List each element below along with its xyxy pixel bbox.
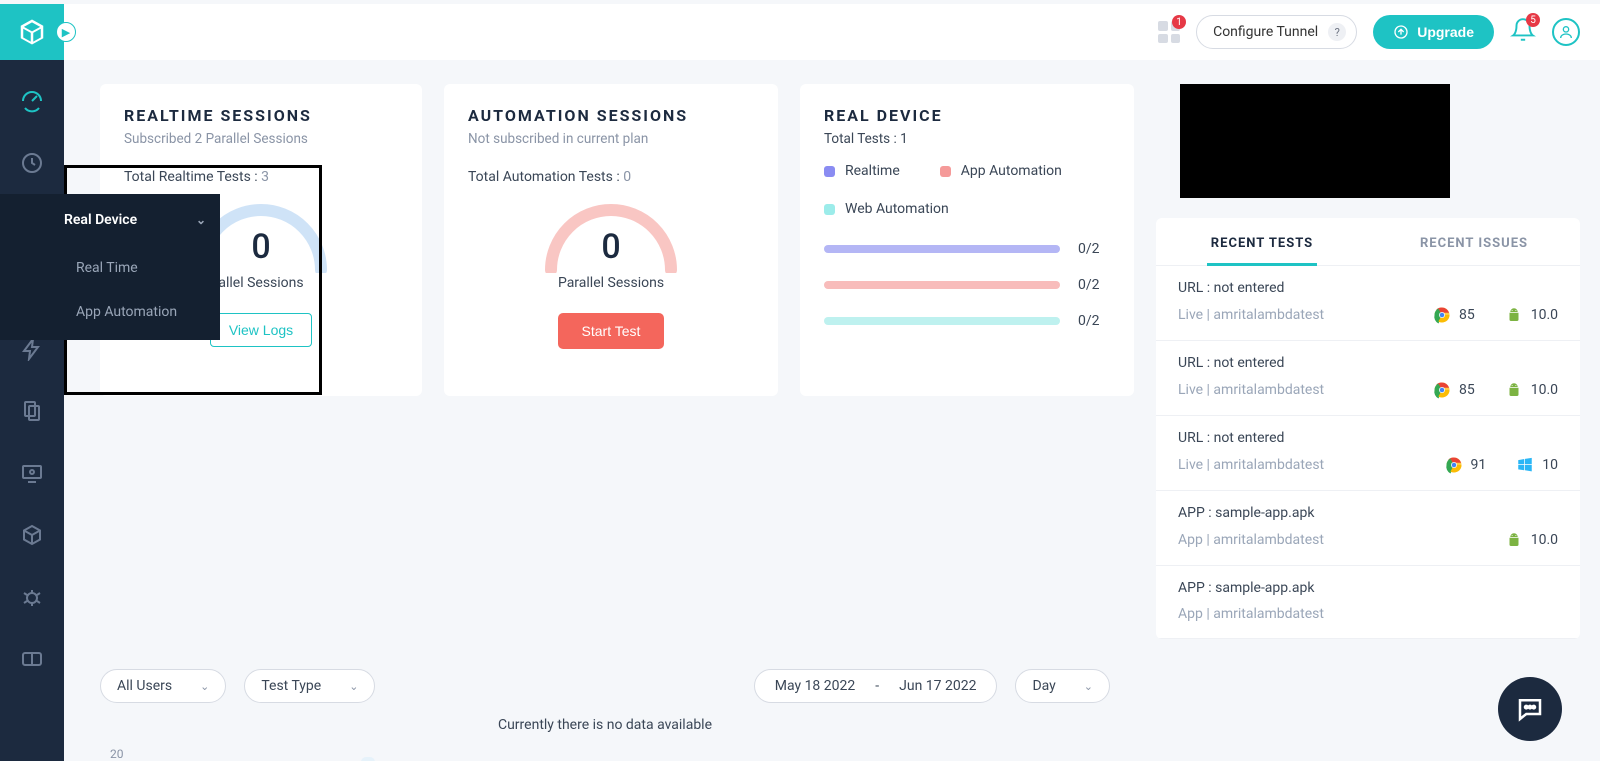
filter-granularity[interactable]: Day⌄	[1015, 669, 1110, 703]
test-who: Live | amritalambdatest	[1178, 382, 1324, 398]
os-info: 10.0	[1505, 381, 1558, 399]
test-who: Live | amritalambdatest	[1178, 307, 1324, 323]
automation-count: 0	[601, 227, 620, 267]
main-content: REALTIME SESSIONS Subscribed 2 Parallel …	[64, 60, 1600, 761]
test-title: APP : sample-app.apk	[1178, 580, 1558, 596]
chat-icon	[1515, 694, 1545, 724]
view-logs-button[interactable]: View Logs	[210, 313, 312, 347]
frac-appauto: 0/2	[1078, 277, 1110, 293]
sidebar-flyout: Real Device ⌄ Real Time App Automation	[0, 194, 220, 340]
flyout-header[interactable]: Real Device ⌄	[0, 194, 220, 246]
browser-info: 85	[1433, 306, 1475, 324]
notifications-badge: 5	[1526, 13, 1540, 27]
os-info: 10	[1516, 456, 1558, 474]
tab-recent-tests[interactable]: RECENT TESTS	[1156, 218, 1368, 265]
upgrade-icon	[1393, 24, 1409, 40]
sidebar-files[interactable]	[0, 380, 64, 442]
configure-tunnel-button[interactable]: Configure Tunnel ?	[1196, 15, 1357, 49]
sidebar-clock[interactable]	[0, 132, 64, 194]
configure-tunnel-label: Configure Tunnel	[1213, 24, 1318, 40]
test-who: Live | amritalambdatest	[1178, 457, 1324, 473]
test-row[interactable]: URL : not entered Live | amritalambdatest…	[1156, 341, 1580, 416]
realdevice-legend: Realtime App Automation Web Automation	[824, 163, 1110, 217]
os-info: 10.0	[1505, 306, 1558, 324]
start-test-button[interactable]: Start Test	[558, 313, 665, 349]
automation-sessions-card: AUTOMATION SESSIONS Not subscribed in cu…	[444, 84, 778, 396]
automation-title: AUTOMATION SESSIONS	[468, 106, 754, 125]
notifications-icon[interactable]: 5	[1510, 17, 1536, 47]
logo[interactable]: ▶	[0, 4, 64, 60]
recent-tests-card: RECENT TESTS RECENT ISSUES URL : not ent…	[1156, 218, 1580, 639]
realdevice-sub: Total Tests : 1	[824, 131, 1110, 147]
test-title: URL : not entered	[1178, 280, 1558, 296]
chat-button[interactable]	[1498, 677, 1562, 741]
sidebar-compare[interactable]	[0, 628, 64, 690]
test-row[interactable]: URL : not entered Live | amritalambdatest…	[1156, 266, 1580, 341]
sidebar-dashboard[interactable]	[0, 70, 64, 132]
real-device-card: REAL DEVICE Total Tests : 1 Realtime App…	[800, 84, 1134, 396]
video-placeholder	[1180, 84, 1450, 198]
upgrade-button[interactable]: Upgrade	[1373, 15, 1494, 49]
filter-users[interactable]: All Users⌄	[100, 669, 226, 703]
sidebar-monitor[interactable]	[0, 442, 64, 504]
realtime-title: REALTIME SESSIONS	[124, 106, 398, 125]
test-title: URL : not entered	[1178, 355, 1558, 371]
no-data-message: Currently there is no data available	[100, 717, 1110, 733]
logo-icon	[17, 17, 47, 47]
test-row[interactable]: APP : sample-app.apk App | amritalambdate…	[1156, 491, 1580, 566]
test-who: App | amritalambdatest	[1178, 606, 1324, 622]
frac-realtime: 0/2	[1078, 241, 1110, 257]
profile-avatar[interactable]	[1552, 18, 1580, 46]
browser-info: 85	[1433, 381, 1475, 399]
tests-list: URL : not entered Live | amritalambdatest…	[1156, 266, 1580, 639]
chart-bar	[361, 757, 376, 761]
sidebar	[0, 60, 64, 761]
realtime-total: Total Realtime Tests : 3	[124, 169, 398, 185]
filter-row: All Users⌄ Test Type⌄ May 18 2022-Jun 17…	[100, 669, 1110, 703]
test-who: App | amritalambdatest	[1178, 532, 1324, 548]
tab-recent-issues[interactable]: RECENT ISSUES	[1368, 218, 1580, 265]
sidebar-box[interactable]	[0, 504, 64, 566]
topbar: ▶ 1 Configure Tunnel ? Upgrade 5	[0, 4, 1600, 60]
frac-webauto: 0/2	[1078, 313, 1110, 329]
flyout-title: Real Device	[64, 212, 137, 228]
filter-test-type[interactable]: Test Type⌄	[244, 669, 375, 703]
automation-parallel-label: Parallel Sessions	[558, 275, 664, 291]
flyout-realtime[interactable]: Real Time	[0, 246, 220, 290]
sidebar-bug[interactable]	[0, 566, 64, 628]
browser-info: 91	[1445, 456, 1487, 474]
apps-icon[interactable]: 1	[1158, 21, 1180, 43]
chevron-down-icon: ⌄	[196, 213, 206, 227]
automation-sub: Not subscribed in current plan	[468, 131, 754, 147]
help-icon[interactable]: ?	[1328, 23, 1346, 41]
ytick-20: 20	[110, 747, 124, 761]
test-row[interactable]: APP : sample-app.apk App | amritalambdate…	[1156, 566, 1580, 639]
realtime-sub: Subscribed 2 Parallel Sessions	[124, 131, 398, 147]
test-title: APP : sample-app.apk	[1178, 505, 1558, 521]
test-title: URL : not entered	[1178, 430, 1558, 446]
upgrade-label: Upgrade	[1417, 24, 1474, 40]
os-info: 10.0	[1505, 531, 1558, 549]
realdevice-title: REAL DEVICE	[824, 106, 1110, 125]
sidebar-toggle[interactable]: ▶	[56, 22, 76, 42]
automation-total: Total Automation Tests : 0	[468, 169, 754, 185]
filter-date-range[interactable]: May 18 2022-Jun 17 2022	[754, 669, 998, 703]
flyout-app-automation[interactable]: App Automation	[0, 290, 220, 334]
apps-badge: 1	[1172, 15, 1186, 29]
realtime-count: 0	[251, 227, 270, 267]
test-row[interactable]: URL : not entered Live | amritalambdatest…	[1156, 416, 1580, 491]
usage-chart: Currently there is no data available 20 …	[100, 717, 1110, 761]
realtime-parallel-label: allel Sessions	[218, 275, 303, 291]
